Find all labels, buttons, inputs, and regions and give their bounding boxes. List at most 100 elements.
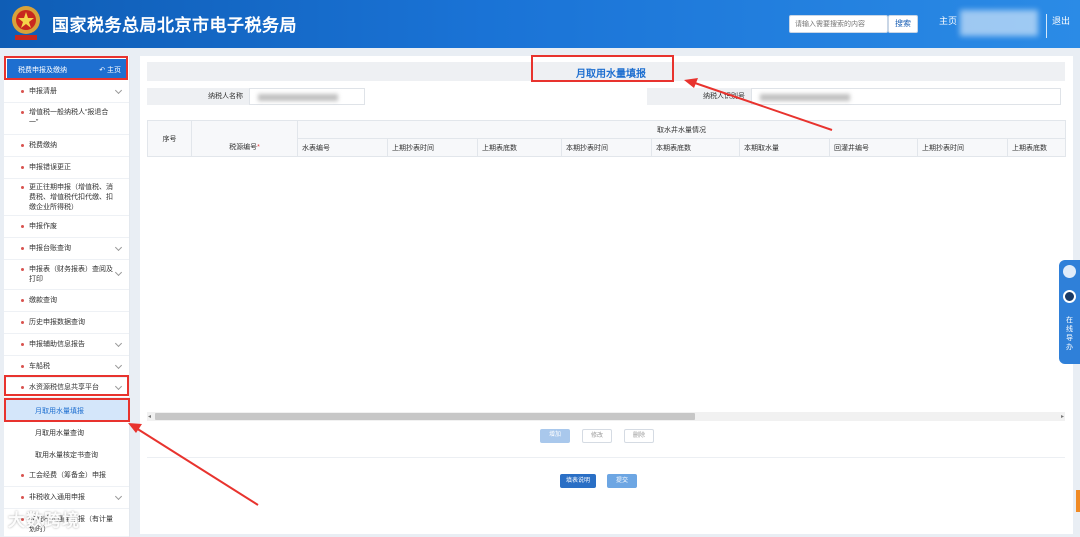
col-curr-volume-header: 本期取水量: [739, 138, 830, 157]
search-input[interactable]: [789, 15, 888, 33]
sidebar-item-union-fee[interactable]: 工会经费（筹备金）申报: [4, 465, 129, 487]
bullet-icon: [21, 247, 24, 250]
sidebar-item-label: 车船税: [29, 363, 50, 370]
sidebar-item-label: 更正往期申报（增值税、消费税、增值税代扣代缴、扣缴企业所得税）: [29, 184, 113, 211]
sidebar-subitem-water-assessment-query[interactable]: 取用水量核定书查询: [4, 443, 129, 465]
delete-button[interactable]: 删除: [624, 429, 654, 443]
main-panel: 月取用水量填报 纳税人名称 纳税人识别号 序号 税源编号* 取水井水量情况 水表…: [140, 56, 1073, 534]
sidebar-item-tax-payment[interactable]: 税费缴纳: [4, 135, 129, 157]
col-curr-read-time-header: 本期抄表时间: [561, 138, 652, 157]
sidebar-item-label: 非税收入通用申报: [29, 494, 85, 501]
bullet-icon: [21, 299, 24, 302]
col-curr-reading-header: 本期表底数: [651, 138, 740, 157]
sidebar-item-report-print[interactable]: 申报表（财务报表）查阅及打印: [4, 260, 129, 290]
col-prev-read-time-2-header: 上期抄表时间: [917, 138, 1008, 157]
sidebar-subitem-label: 取用水量核定书查询: [35, 452, 98, 459]
bullet-icon: [21, 268, 24, 271]
sidebar-item-declaration-list[interactable]: 申报清册: [4, 81, 129, 103]
top-header: 国家税务总局北京市电子税务局 搜索 主页 退出: [0, 0, 1080, 48]
bullet-icon: [21, 144, 24, 147]
bullet-icon: [21, 225, 24, 228]
section-divider: [147, 457, 1065, 458]
sidebar-item-label: 申报清册: [29, 88, 57, 95]
bullet-icon: [21, 474, 24, 477]
site-title: 国家税务总局北京市电子税务局: [52, 16, 297, 35]
redacted-value: [760, 94, 850, 101]
sidebar-item-void[interactable]: 申报作废: [4, 216, 129, 238]
highlight-page-title: [531, 55, 674, 82]
highlight-monthly-entry: [4, 398, 130, 422]
instructions-button[interactable]: 填表说明: [560, 474, 596, 488]
highlight-water-platform: [4, 375, 129, 396]
highlight-sidebar-header: [4, 56, 128, 80]
bullet-icon: [21, 166, 24, 169]
edit-button[interactable]: 修改: [582, 429, 612, 443]
sidebar-item-label: 工会经费（筹备金）申报: [29, 472, 106, 479]
logout-link[interactable]: 退出: [1052, 14, 1070, 27]
sidebar-item-label: 申报表（财务报表）查阅及打印: [29, 266, 113, 283]
header-home-link[interactable]: 主页: [939, 14, 957, 27]
taxpayer-name-label: 纳税人名称: [147, 88, 249, 105]
sidebar-item-label: 历史申报数据查询: [29, 319, 85, 326]
bullet-icon: [21, 343, 24, 346]
redacted-value: [258, 94, 338, 101]
sidebar-item-vat-general[interactable]: 增值税一般纳税人“报退合一”: [4, 103, 129, 135]
sidebar-item-payment-query[interactable]: 缴款查询: [4, 290, 129, 312]
sidebar-item-label: 申报错误更正: [29, 164, 71, 171]
chevron-down-icon: [114, 361, 123, 370]
sidebar-item-label: 税费缴纳: [29, 142, 57, 149]
chevron-down-icon: [114, 492, 123, 501]
sidebar-subitem-monthly-water-query[interactable]: 月取用水量查询: [4, 421, 129, 443]
sidebar: 税费申报及缴纳 ↶ 主页 申报清册 增值税一般纳税人“报退合一” 税费缴纳 申报…: [4, 56, 130, 537]
bullet-icon: [21, 321, 24, 324]
sidebar-item-label: 申报作废: [29, 223, 57, 230]
taxpayer-id-label: 纳税人识别号: [647, 88, 751, 105]
bullet-icon: [21, 111, 24, 114]
taxpayer-id-field: [751, 88, 1061, 105]
sidebar-subitem-label: 月取用水量查询: [35, 430, 84, 437]
bullet-icon: [21, 365, 24, 368]
sidebar-item-error-correction[interactable]: 申报错误更正: [4, 157, 129, 179]
online-guide-label: 在线导办: [1066, 317, 1073, 351]
chevron-down-icon: [114, 86, 123, 95]
col-recharge-well-header: 回灌井编号: [829, 138, 918, 157]
col-prev-reading-2-header: 上期表底数: [1006, 138, 1067, 157]
bullet-icon: [21, 90, 24, 93]
taxpayer-name-field: [249, 88, 365, 105]
table-header-row: 序号 税源编号* 取水井水量情况: [147, 120, 1067, 157]
sidebar-item-label: 申报辅助信息报告: [29, 341, 85, 348]
chevron-down-icon: [114, 339, 123, 348]
sidebar-item-ledger-query[interactable]: 申报台账查询: [4, 238, 129, 260]
user-info-redacted: [960, 10, 1038, 36]
col-meter-no-header: 水表编号: [297, 138, 388, 157]
chevron-down-icon: [114, 268, 123, 277]
col-index-header: 序号: [147, 120, 192, 157]
feedback-tab[interactable]: [1076, 490, 1080, 512]
tax-bureau-emblem-icon: [12, 6, 40, 40]
sidebar-item-aux-report[interactable]: 申报辅助信息报告: [4, 334, 129, 356]
sidebar-item-past-correction[interactable]: 更正往期申报（增值税、消费税、增值税代扣代缴、扣缴企业所得税）: [4, 179, 129, 216]
bullet-icon: [21, 186, 24, 189]
user-icon: [1063, 265, 1076, 278]
watermark: 大数跨境: [8, 511, 80, 530]
chevron-down-icon: [114, 243, 123, 252]
col-tax-code-header: 税源编号*: [191, 120, 298, 157]
sidebar-item-history-query[interactable]: 历史申报数据查询: [4, 312, 129, 334]
scroll-right-icon[interactable]: ▸: [1061, 413, 1064, 420]
scroll-left-icon[interactable]: ◂: [148, 413, 151, 420]
scrollbar-thumb[interactable]: [155, 413, 695, 420]
add-button[interactable]: 增加: [540, 429, 570, 443]
water-volume-table: 序号 税源编号* 取水井水量情况 水表编号 上期抄表时间 上期表底数 本期抄表时…: [147, 120, 1067, 157]
horizontal-scrollbar[interactable]: ◂ ▸: [147, 412, 1065, 421]
bullet-icon: [21, 496, 24, 499]
sidebar-item-label: 增值税一般纳税人“报退合一”: [29, 109, 109, 126]
submit-button[interactable]: 提交: [607, 474, 637, 488]
online-guide-panel[interactable]: 在线导办: [1059, 260, 1080, 364]
taxpayer-info-row: 纳税人名称 纳税人识别号: [147, 88, 1061, 105]
col-group-header: 取水井水量情况: [296, 120, 1067, 139]
search-button[interactable]: 搜索: [888, 15, 918, 33]
sidebar-item-label: 缴款查询: [29, 297, 57, 304]
header-divider: [1046, 14, 1047, 38]
assistant-avatar-icon: [1063, 290, 1076, 303]
sidebar-item-label: 申报台账查询: [29, 245, 71, 252]
